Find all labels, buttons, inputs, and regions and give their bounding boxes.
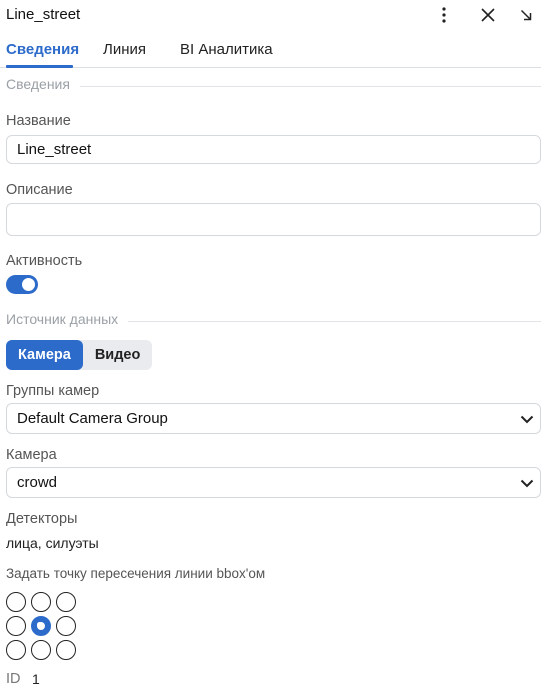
- camera-groups-select[interactable]: Default Camera Group: [6, 403, 541, 434]
- source-option-camera[interactable]: Камера: [6, 340, 83, 370]
- source-section-divider: Источник данных: [6, 311, 541, 331]
- description-input[interactable]: [6, 203, 541, 236]
- camera-select[interactable]: crowd: [6, 467, 541, 498]
- source-switch: Камера Видео: [6, 340, 153, 370]
- bbox-point-top-left[interactable]: [6, 592, 26, 612]
- tab-bi-analytics[interactable]: BI Аналитика: [180, 41, 273, 58]
- camera-label: Камера: [6, 447, 57, 463]
- bbox-point-grid: [6, 590, 78, 662]
- arrow-down-right-icon: [520, 9, 532, 21]
- close-icon: [481, 8, 495, 22]
- bbox-point-center[interactable]: [31, 616, 51, 636]
- activity-label: Активность: [6, 253, 83, 269]
- collapse-panel-button[interactable]: [515, 4, 537, 26]
- tab-info[interactable]: Сведения: [6, 41, 79, 58]
- active-tab-indicator: [6, 65, 73, 68]
- id-label: ID: [6, 671, 21, 687]
- name-input[interactable]: [6, 135, 541, 164]
- bbox-point-middle-right[interactable]: [56, 616, 76, 636]
- chevron-down-icon: [520, 479, 534, 488]
- camera-value: crowd: [17, 474, 58, 491]
- panel-header: Line_street: [0, 0, 558, 30]
- toggle-knob: [22, 278, 35, 291]
- close-button[interactable]: [477, 4, 499, 26]
- bbox-point-bottom-center[interactable]: [31, 640, 51, 660]
- section-title: Источник данных: [6, 311, 129, 327]
- tab-bar: Сведения Линия BI Аналитика: [0, 38, 541, 68]
- section-line: [6, 86, 541, 87]
- bbox-point-bottom-right[interactable]: [56, 640, 76, 660]
- bbox-point-middle-left[interactable]: [6, 616, 26, 636]
- source-option-video[interactable]: Видео: [83, 340, 153, 370]
- chevron-down-icon: [520, 415, 534, 424]
- name-label: Название: [6, 113, 71, 129]
- detectors-value: лица, силуэты: [6, 535, 99, 551]
- bbox-point-top-center[interactable]: [31, 592, 51, 612]
- section-title: Сведения: [6, 76, 80, 92]
- info-section-divider: Сведения: [6, 76, 541, 96]
- tab-line[interactable]: Линия: [103, 41, 146, 58]
- description-label: Описание: [6, 182, 73, 198]
- camera-groups-label: Группы камер: [6, 383, 100, 399]
- bbox-point-bottom-left[interactable]: [6, 640, 26, 660]
- bbox-point-label: Задать точку пересечения линии bbox'ом: [6, 566, 266, 581]
- bbox-point-top-right[interactable]: [56, 592, 76, 612]
- detectors-label: Детекторы: [6, 511, 78, 527]
- activity-toggle[interactable]: [6, 275, 38, 294]
- more-menu-button[interactable]: [433, 4, 455, 26]
- more-vertical-icon: [442, 7, 446, 23]
- id-value: 1: [32, 671, 40, 687]
- camera-groups-value: Default Camera Group: [17, 410, 168, 427]
- panel-title: Line_street: [6, 6, 81, 23]
